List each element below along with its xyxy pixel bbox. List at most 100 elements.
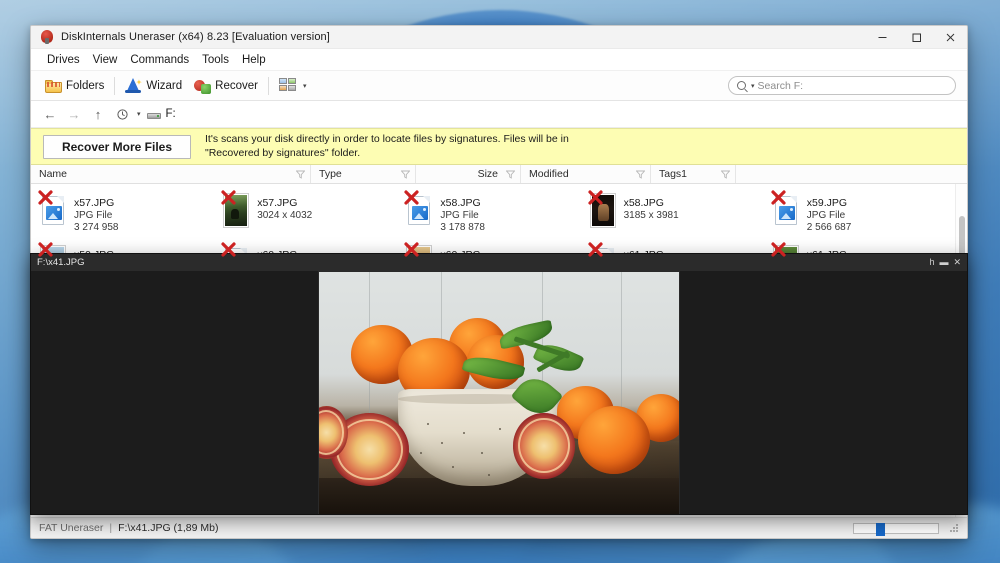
history-chevron-down-icon[interactable]: ▾ xyxy=(137,110,141,118)
minimize-button[interactable] xyxy=(865,26,899,49)
progress-slider[interactable] xyxy=(853,523,939,534)
toolbar: Folders ✦ Wizard Recover ▾ ▾ xyxy=(31,70,967,101)
deleted-x-icon xyxy=(221,190,237,206)
history-icon[interactable] xyxy=(111,104,133,124)
magnet-icon xyxy=(39,29,55,45)
list-item[interactable]: x58.JPG 3185 x 3981 xyxy=(585,190,768,234)
file-dimensions: 3185 x 3981 xyxy=(624,210,679,221)
thumbnail-horse-icon xyxy=(589,192,617,228)
banner-text-line2: "Recovered by signatures" folder. xyxy=(205,147,569,160)
file-size: 3 274 958 xyxy=(74,222,119,233)
search-chevron-down-icon[interactable]: ▾ xyxy=(751,82,755,90)
file-size: 2 566 687 xyxy=(807,222,852,233)
deleted-x-icon xyxy=(404,242,420,258)
search-box[interactable]: ▾ xyxy=(728,76,956,95)
preview-title: F:\x41.JPG xyxy=(37,257,85,268)
file-info: x58.JPG JPG File 3 178 878 xyxy=(440,192,485,233)
preview-controls: h ▬ ✕ xyxy=(929,258,961,267)
preview-minimize-icon[interactable]: h xyxy=(929,258,934,267)
folders-label: Folders xyxy=(66,80,104,92)
column-header-filler xyxy=(736,165,967,183)
chevron-down-icon[interactable]: ▾ xyxy=(303,82,307,90)
view-layout-icon xyxy=(279,78,297,93)
menu-help[interactable]: Help xyxy=(236,52,272,68)
breadcrumb-path: F: xyxy=(166,108,176,120)
menu-tools[interactable]: Tools xyxy=(196,52,235,68)
filter-funnel-icon[interactable] xyxy=(636,170,645,179)
list-item[interactable]: x59.JPG JPG File 2 566 687 xyxy=(768,190,951,234)
list-item[interactable]: x58.JPG JPG File 3 178 878 xyxy=(401,190,584,234)
breadcrumb[interactable]: F: xyxy=(147,108,176,120)
toolbar-separator xyxy=(114,77,115,95)
recover-label: Recover xyxy=(215,80,258,92)
column-header-modified[interactable]: Modified xyxy=(521,165,651,183)
list-item[interactable]: x57.JPG JPG File 3 274 958 xyxy=(35,190,218,234)
file-type: JPG File xyxy=(807,210,852,221)
menu-view[interactable]: View xyxy=(87,52,124,68)
wizard-hat-icon: ✦ xyxy=(125,78,142,94)
column-header-tags1[interactable]: Tags1 xyxy=(651,165,736,183)
forward-icon[interactable]: → xyxy=(63,104,85,124)
filter-funnel-icon[interactable] xyxy=(401,170,410,179)
resize-grip-icon[interactable] xyxy=(949,523,959,533)
preview-titlebar[interactable]: F:\x41.JPG h ▬ ✕ xyxy=(31,254,967,271)
close-button[interactable] xyxy=(933,26,967,49)
window-title: DiskInternals Uneraser (x64) 8.23 [Evalu… xyxy=(61,31,330,43)
titlebar[interactable]: DiskInternals Uneraser (x64) 8.23 [Evalu… xyxy=(31,26,967,49)
maximize-button[interactable] xyxy=(899,26,933,49)
signature-scan-banner: Recover More Files It's scans your disk … xyxy=(31,128,967,165)
jpg-file-icon xyxy=(39,192,67,228)
filter-funnel-icon[interactable] xyxy=(296,170,305,179)
column-label: Tags1 xyxy=(659,168,687,180)
view-layout-button[interactable]: ▾ xyxy=(273,74,313,98)
deleted-x-icon xyxy=(38,242,54,258)
recover-button[interactable]: Recover xyxy=(188,74,264,98)
file-name: x57.JPG xyxy=(74,197,119,209)
drive-icon xyxy=(147,110,161,119)
folder-icon xyxy=(45,78,62,94)
menubar: Drives View Commands Tools Help xyxy=(31,49,967,70)
column-header-type[interactable]: Type xyxy=(311,165,416,183)
jpg-file-icon xyxy=(405,192,433,228)
deleted-x-icon xyxy=(38,190,54,206)
search-input[interactable] xyxy=(758,80,947,92)
column-header-size[interactable]: Size xyxy=(416,165,521,183)
file-name: x58.JPG xyxy=(624,197,679,209)
column-headers: Name Type Size Modified Tags1 xyxy=(31,165,967,184)
jpg-file-icon xyxy=(772,192,800,228)
navigation-bar: ← → ↑ ▾ F: xyxy=(31,101,967,128)
preview-canvas xyxy=(31,271,967,515)
file-info: x58.JPG 3185 x 3981 xyxy=(624,192,679,221)
up-icon[interactable]: ↑ xyxy=(87,104,109,124)
thumbnail-forest-icon xyxy=(222,192,250,228)
slider-handle[interactable] xyxy=(876,523,885,536)
recover-more-files-button[interactable]: Recover More Files xyxy=(43,135,191,159)
column-label: Name xyxy=(39,168,67,180)
back-icon[interactable]: ← xyxy=(39,104,61,124)
preview-restore-icon[interactable]: ▬ xyxy=(939,258,948,267)
file-type: JPG File xyxy=(440,210,485,221)
preview-close-icon[interactable]: ✕ xyxy=(953,258,961,267)
filter-funnel-icon[interactable] xyxy=(506,170,515,179)
wizard-button[interactable]: ✦ Wizard xyxy=(119,74,188,98)
file-name: x59.JPG xyxy=(807,197,852,209)
column-header-name[interactable]: Name xyxy=(31,165,311,183)
file-name: x57.JPG xyxy=(257,197,312,209)
toolbar-separator xyxy=(268,77,269,95)
deleted-x-icon xyxy=(588,190,604,206)
menu-commands[interactable]: Commands xyxy=(124,52,195,68)
recover-icon xyxy=(194,78,211,94)
preview-image xyxy=(318,271,680,515)
menu-drives[interactable]: Drives xyxy=(41,52,86,68)
folders-button[interactable]: Folders xyxy=(39,74,110,98)
banner-text: It's scans your disk directly in order t… xyxy=(205,133,569,160)
column-label: Size xyxy=(478,168,498,180)
column-label: Modified xyxy=(529,168,569,180)
status-separator: | xyxy=(109,522,112,534)
list-item[interactable]: x57.JPG 3024 x 4032 xyxy=(218,190,401,234)
scrollbar-thumb[interactable] xyxy=(959,216,965,258)
file-info: x57.JPG JPG File 3 274 958 xyxy=(74,192,119,233)
filter-funnel-icon[interactable] xyxy=(721,170,730,179)
file-type: JPG File xyxy=(74,210,119,221)
deleted-x-icon xyxy=(771,242,787,258)
